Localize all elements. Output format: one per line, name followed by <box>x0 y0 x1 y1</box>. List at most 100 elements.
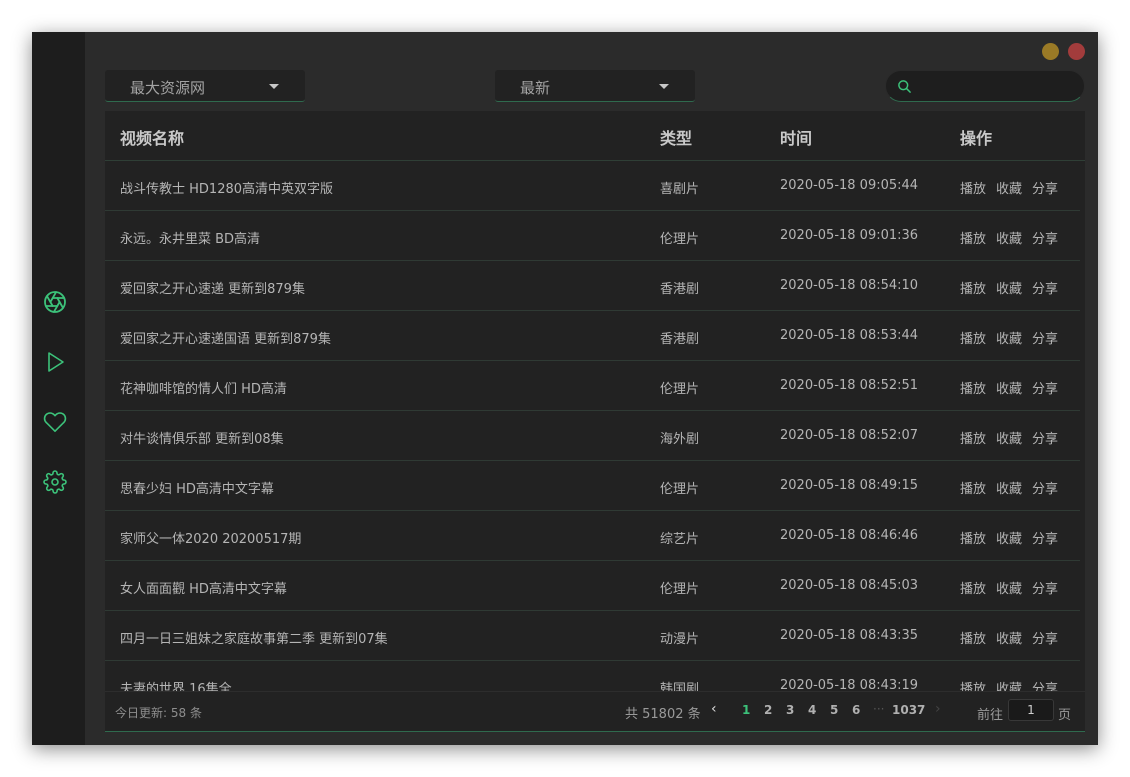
table-header: 视频名称 类型 时间 操作 <box>105 111 1085 161</box>
share-link[interactable]: 分享 <box>1032 282 1058 297</box>
table-row[interactable]: 女人面面觀 HD高清中文字幕 伦理片 2020-05-18 08:45:03 播… <box>105 561 1080 611</box>
share-link[interactable]: 分享 <box>1032 232 1058 247</box>
video-name: 花神咖啡馆的情人们 HD高清 <box>120 382 287 397</box>
video-name: 女人面面觀 HD高清中文字幕 <box>120 582 287 597</box>
favorite-link[interactable]: 收藏 <box>996 432 1022 447</box>
goto-page-input[interactable] <box>1008 699 1054 721</box>
row-actions: 播放 收藏 分享 <box>960 178 1068 197</box>
table-row[interactable]: 爱回家之开心速递 更新到879集 香港剧 2020-05-18 08:54:10… <box>105 261 1080 311</box>
page-1[interactable]: 1 <box>742 703 750 717</box>
play-link[interactable]: 播放 <box>960 282 986 297</box>
share-link[interactable]: 分享 <box>1032 582 1058 597</box>
play-link[interactable]: 播放 <box>960 482 986 497</box>
video-name: 永远。永井里菜 BD高清 <box>120 232 261 247</box>
favorite-link[interactable]: 收藏 <box>996 182 1022 197</box>
table-row[interactable]: 永远。永井里菜 BD高清 伦理片 2020-05-18 09:01:36 播放收… <box>105 211 1080 261</box>
table-row[interactable]: 家师父一体2020 20200517期 综艺片 2020-05-18 08:46… <box>105 511 1080 561</box>
play-link[interactable]: 播放 <box>960 632 986 647</box>
heart-icon[interactable] <box>43 410 67 434</box>
play-link[interactable]: 播放 <box>960 182 986 197</box>
share-link[interactable]: 分享 <box>1032 332 1058 347</box>
play-link[interactable]: 播放 <box>960 432 986 447</box>
page-5[interactable]: 5 <box>830 703 838 717</box>
video-name: 对牛谈情俱乐部 更新到08集 <box>120 432 284 447</box>
video-name: 战斗传教士 HD1280高清中英双字版 <box>120 182 334 197</box>
video-time: 2020-05-18 08:53:44 <box>780 328 919 343</box>
app-window: 最大资源网 最新 视频名称 类型 时间 操作 战斗传教士 HD1280高清中英双… <box>32 32 1098 745</box>
chevron-down-icon <box>269 84 279 89</box>
close-button[interactable] <box>1068 43 1085 60</box>
table-body: 战斗传教士 HD1280高清中英双字版 喜剧片 2020-05-18 09:05… <box>105 161 1080 691</box>
table-row[interactable]: 战斗传教士 HD1280高清中英双字版 喜剧片 2020-05-18 09:05… <box>105 161 1080 211</box>
minimize-button[interactable] <box>1042 43 1059 60</box>
video-time: 2020-05-18 08:43:19 <box>780 678 919 691</box>
video-type: 香港剧 <box>660 332 700 347</box>
header-name: 视频名称 <box>120 129 185 148</box>
source-select[interactable]: 最大资源网 <box>105 70 305 102</box>
page-last[interactable]: 1037 <box>892 703 925 717</box>
page-6[interactable]: 6 <box>852 703 860 717</box>
aperture-icon[interactable] <box>43 290 67 314</box>
play-icon[interactable] <box>43 350 67 374</box>
table-row[interactable]: 思春少妇 HD高清中文字幕 伦理片 2020-05-18 08:49:15 播放… <box>105 461 1080 511</box>
play-link[interactable]: 播放 <box>960 582 986 597</box>
play-link[interactable]: 播放 <box>960 232 986 247</box>
video-name: 四月一日三姐妹之家庭故事第二季 更新到07集 <box>120 632 388 647</box>
search-input[interactable] <box>918 76 1072 98</box>
favorite-link[interactable]: 收藏 <box>996 632 1022 647</box>
play-link[interactable]: 播放 <box>960 682 986 691</box>
header-ops: 操作 <box>960 129 993 148</box>
play-link[interactable]: 播放 <box>960 532 986 547</box>
video-time: 2020-05-18 08:52:51 <box>780 378 919 393</box>
play-link[interactable]: 播放 <box>960 332 986 347</box>
goto-label: 前往 <box>977 708 1004 723</box>
share-link[interactable]: 分享 <box>1032 532 1058 547</box>
favorite-link[interactable]: 收藏 <box>996 282 1022 297</box>
page-3[interactable]: 3 <box>786 703 794 717</box>
sort-select[interactable]: 最新 <box>495 70 695 102</box>
video-time: 2020-05-18 08:46:46 <box>780 528 919 543</box>
share-link[interactable]: 分享 <box>1032 382 1058 397</box>
share-link[interactable]: 分享 <box>1032 632 1058 647</box>
favorite-link[interactable]: 收藏 <box>996 382 1022 397</box>
video-time: 2020-05-18 08:52:07 <box>780 428 919 443</box>
row-actions: 播放 收藏 分享 <box>960 528 1068 547</box>
favorite-link[interactable]: 收藏 <box>996 532 1022 547</box>
share-link[interactable]: 分享 <box>1032 482 1058 497</box>
table-row[interactable]: 夫妻的世界 16集全 韩国剧 2020-05-18 08:43:19 播放 收藏 分… <box>105 661 1080 691</box>
share-link[interactable]: 分享 <box>1032 182 1058 197</box>
video-type: 香港剧 <box>660 282 700 297</box>
video-type: 伦理片 <box>660 482 700 497</box>
favorite-link[interactable]: 收藏 <box>996 482 1022 497</box>
video-type: 伦理片 <box>660 582 700 597</box>
video-name: 夫妻的世界 16集全 <box>120 682 232 691</box>
share-link[interactable]: 分享 <box>1032 682 1058 691</box>
table-row[interactable]: 对牛谈情俱乐部 更新到08集 海外剧 2020-05-18 08:52:07 播… <box>105 411 1080 461</box>
table-row[interactable]: 花神咖啡馆的情人们 HD高清 伦理片 2020-05-18 08:52:51 播… <box>105 361 1080 411</box>
video-name: 思春少妇 HD高清中文字幕 <box>120 482 274 497</box>
settings-icon[interactable] <box>43 470 67 494</box>
source-select-value: 最大资源网 <box>130 79 206 97</box>
favorite-link[interactable]: 收藏 <box>996 682 1022 691</box>
row-actions: 播放 收藏 分享 <box>960 278 1068 297</box>
table-row[interactable]: 四月一日三姐妹之家庭故事第二季 更新到07集 动漫片 2020-05-18 08… <box>105 611 1080 661</box>
chevron-right-icon[interactable]: › <box>935 701 941 717</box>
video-table: 视频名称 类型 时间 操作 战斗传教士 HD1280高清中英双字版 喜剧片 20… <box>105 111 1085 732</box>
play-link[interactable]: 播放 <box>960 382 986 397</box>
video-name: 家师父一体2020 20200517期 <box>120 532 302 547</box>
favorite-link[interactable]: 收藏 <box>996 332 1022 347</box>
header-type: 类型 <box>660 129 693 148</box>
table-row[interactable]: 爱回家之开心速递国语 更新到879集 香港剧 2020-05-18 08:53:… <box>105 311 1080 361</box>
page-suffix: 页 <box>1058 708 1072 723</box>
page-4[interactable]: 4 <box>808 703 816 717</box>
row-actions: 播放 收藏 分享 <box>960 478 1068 497</box>
more-pages[interactable]: ··· <box>873 702 884 716</box>
favorite-link[interactable]: 收藏 <box>996 232 1022 247</box>
favorite-link[interactable]: 收藏 <box>996 582 1022 597</box>
chevron-down-icon <box>659 84 669 89</box>
chevron-left-icon[interactable]: ‹ <box>711 701 717 717</box>
video-type: 伦理片 <box>660 382 700 397</box>
share-link[interactable]: 分享 <box>1032 432 1058 447</box>
row-actions: 播放 收藏 分享 <box>960 228 1068 247</box>
page-2[interactable]: 2 <box>764 703 772 717</box>
